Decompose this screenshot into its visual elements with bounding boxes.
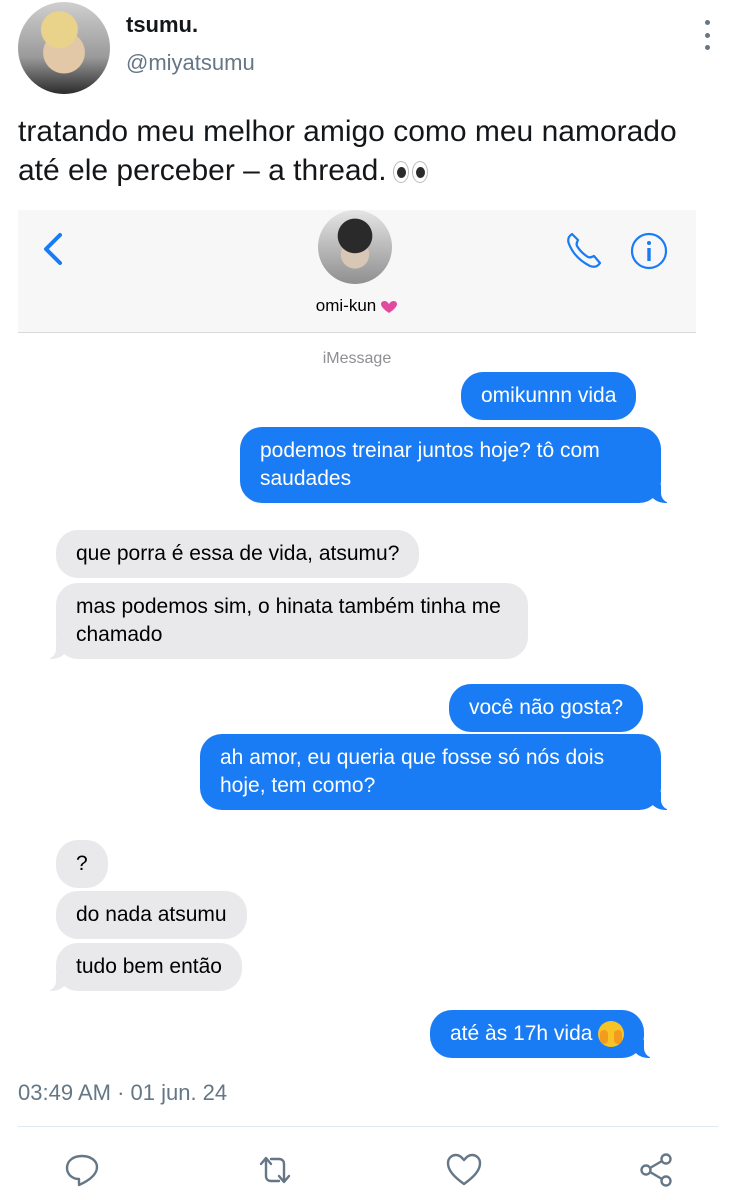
- message-text: que porra é essa de vida, atsumu?: [76, 542, 400, 565]
- service-label: iMessage: [322, 350, 392, 367]
- contact-name-text: omi-kun: [315, 296, 377, 315]
- back-chevron-icon: [44, 233, 62, 265]
- message-text: mas podemos sim, o hinata também tinha m…: [76, 595, 501, 646]
- message-bubble-incoming: ?: [56, 840, 108, 888]
- retweet-icon[interactable]: [255, 1150, 295, 1190]
- like-icon[interactable]: [444, 1150, 484, 1190]
- author-handle[interactable]: @miyatsumu: [126, 50, 255, 76]
- message-bubble-outgoing: ah amor, eu queria que fosse só nós dois…: [200, 734, 673, 810]
- author-avatar[interactable]: [18, 2, 110, 94]
- face-peeking-icon: [598, 1021, 625, 1048]
- eyes-emoji-icon: [392, 161, 429, 184]
- message-text: você não gosta?: [469, 696, 624, 719]
- message-text: omikunnn vida: [481, 384, 617, 407]
- message-text: ah amor, eu queria que fosse só nós dois…: [220, 746, 605, 797]
- tweet-media-screenshot[interactable]: omi-kun iMessage omikunnn vida podemos t…: [18, 210, 696, 1080]
- author-display-name[interactable]: tsumu.: [126, 12, 198, 38]
- message-bubble-outgoing: podemos treinar juntos hoje? tô com saud…: [240, 427, 673, 503]
- message-text: até às 17h vida: [450, 1022, 593, 1045]
- message-bubble-incoming: mas podemos sim, o hinata também tinha m…: [44, 583, 528, 659]
- share-icon[interactable]: [636, 1150, 676, 1190]
- message-bubble-incoming: tudo bem então: [44, 943, 242, 991]
- message-bubble-outgoing: até às 17h vida: [430, 1010, 657, 1058]
- info-icon: [630, 232, 668, 270]
- message-bubble-incoming: que porra é essa de vida, atsumu?: [56, 530, 420, 578]
- imessage-header: omi-kun: [18, 210, 696, 333]
- message-text: tudo bem então: [76, 955, 222, 978]
- reply-icon[interactable]: [62, 1150, 102, 1190]
- message-bubble-outgoing: você não gosta?: [449, 684, 644, 732]
- phone-icon: [567, 232, 602, 268]
- contact-name: omi-kun: [18, 296, 696, 316]
- message-bubble-incoming: do nada atsumu: [56, 891, 247, 939]
- message-text: ?: [76, 852, 88, 875]
- tweet-body: tratando meu melhor amigo como meu namor…: [18, 115, 677, 187]
- contact-avatar: [318, 210, 392, 284]
- message-text: do nada atsumu: [76, 903, 227, 926]
- sparkling-heart-icon: [381, 300, 398, 313]
- message-bubble-outgoing: omikunnn vida: [461, 372, 637, 420]
- tweet-timestamp[interactable]: 03:49 AM · 01 jun. 24: [18, 1080, 227, 1106]
- divider: [18, 1126, 718, 1127]
- message-text: podemos treinar juntos hoje? tô com saud…: [260, 439, 600, 490]
- more-options-icon[interactable]: [702, 20, 712, 50]
- tweet-text: tratando meu melhor amigo como meu namor…: [18, 112, 718, 190]
